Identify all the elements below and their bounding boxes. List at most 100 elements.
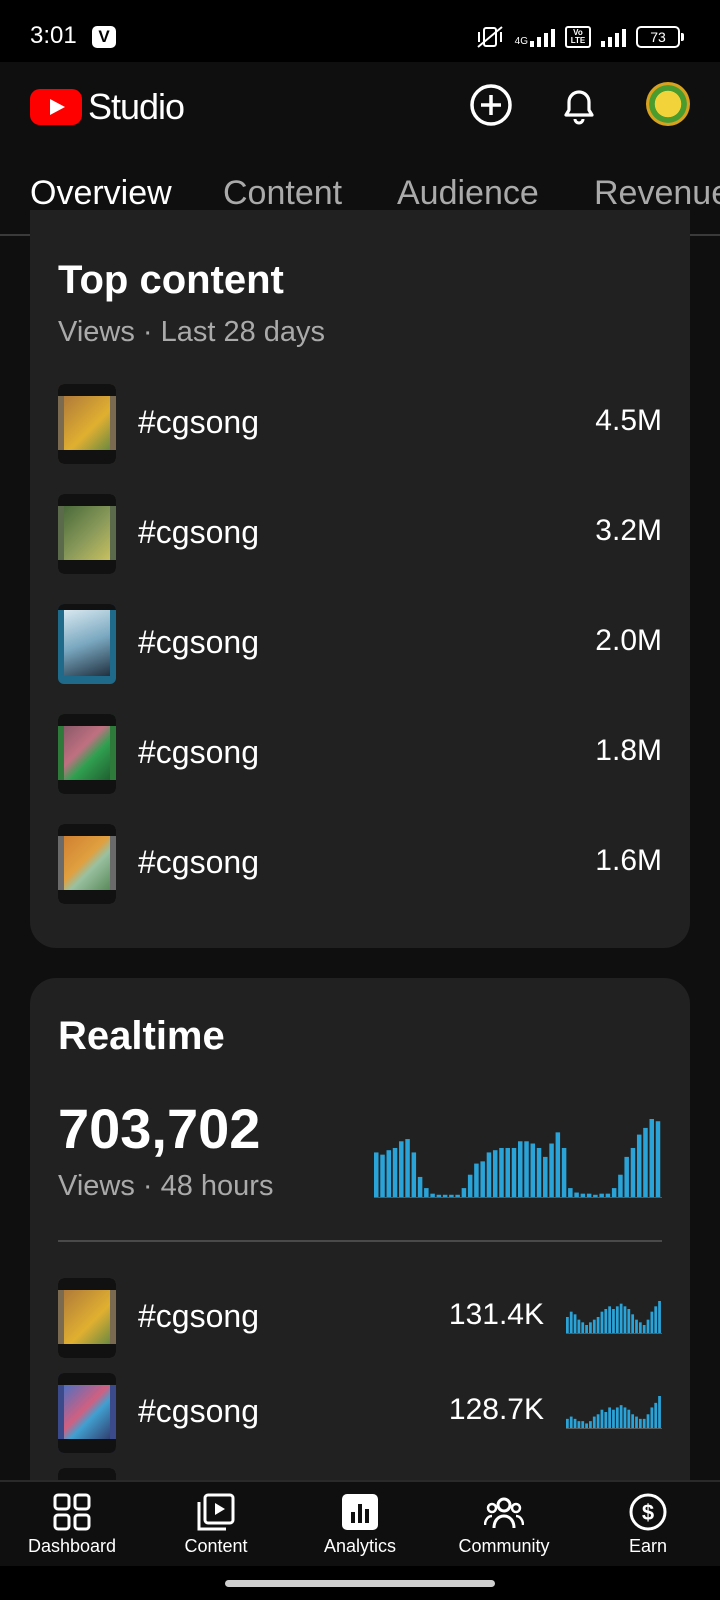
top-content-row[interactable]: #cgsong 4.5M: [58, 384, 662, 466]
tab-audience[interactable]: Audience: [397, 174, 539, 213]
chart-bar: [492, 1150, 498, 1197]
tab-revenue[interactable]: Revenue: [594, 174, 720, 213]
chart-bar: [596, 1414, 600, 1428]
home-gesture-bar[interactable]: [225, 1580, 495, 1587]
nav-analytics[interactable]: Analytics: [290, 1482, 430, 1568]
video-sparkline: [566, 1396, 662, 1429]
chart-bar: [380, 1154, 385, 1197]
video-title: #cgsong: [138, 404, 259, 440]
notifications-bell-icon[interactable]: [556, 82, 602, 128]
realtime-row[interactable]: #cgsong 128.7K: [58, 1373, 662, 1455]
tab-content[interactable]: Content: [223, 174, 342, 213]
app-notification-icon: V: [92, 26, 116, 48]
content-icon: [197, 1493, 235, 1531]
dashboard-icon: [53, 1493, 91, 1531]
chart-bar: [585, 1325, 588, 1333]
chart-bar: [650, 1407, 654, 1428]
chart-bar: [642, 1418, 646, 1428]
chart-bar: [593, 1194, 598, 1197]
chart-bar: [577, 1319, 581, 1333]
nav-earn[interactable]: $ Earn: [578, 1482, 718, 1568]
chart-bar: [467, 1174, 473, 1197]
video-thumbnail: [58, 714, 116, 794]
app-header: Studio: [0, 62, 720, 148]
chart-bar: [569, 1311, 573, 1333]
chart-bar: [615, 1306, 619, 1333]
chart-bar: [604, 1412, 608, 1428]
nav-community[interactable]: Community: [434, 1482, 574, 1568]
realtime-row[interactable]: #cgsong 131.4K: [58, 1278, 662, 1360]
chart-bar: [650, 1311, 654, 1333]
top-content-row[interactable]: #cgsong 2.0M: [58, 604, 662, 686]
create-button[interactable]: [468, 82, 514, 128]
video-thumbnail: [58, 1278, 116, 1358]
chart-bar: [405, 1139, 410, 1197]
video-title: #cgsong: [138, 1393, 259, 1429]
chart-bar: [611, 1188, 617, 1197]
account-avatar[interactable]: [646, 82, 690, 126]
top-content-card: Top content Views · Last 28 days #cgsong…: [30, 210, 690, 948]
status-icons: 4G Vo LTE 73: [475, 22, 684, 52]
chart-bar: [608, 1306, 611, 1333]
chart-bar: [430, 1193, 435, 1197]
top-content-title: Top content: [58, 258, 284, 302]
chart-bar: [573, 1314, 577, 1333]
chart-bar: [592, 1319, 596, 1333]
chart-bar: [642, 1325, 646, 1333]
chart-bar: [499, 1147, 504, 1197]
top-content-row[interactable]: #cgsong 1.8M: [58, 714, 662, 796]
video-thumbnail: [58, 1373, 116, 1453]
chart-bar: [655, 1121, 661, 1197]
chart-bar: [604, 1309, 608, 1333]
chart-bar: [511, 1147, 517, 1197]
top-content-subtitle: Views · Last 28 days: [58, 316, 326, 348]
chart-bar: [581, 1421, 585, 1428]
battery-icon: 73: [636, 26, 684, 48]
top-content-row[interactable]: #cgsong 1.6M: [58, 824, 662, 906]
realtime-total-views: 703,702: [58, 1097, 261, 1160]
chart-bar: [619, 1405, 623, 1428]
chart-bar: [654, 1306, 658, 1333]
chart-bar: [600, 1409, 604, 1428]
chart-bar: [374, 1152, 379, 1197]
chart-bar: [636, 1134, 642, 1197]
video-thumbnail: [58, 494, 116, 574]
video-views: 1.6M: [595, 844, 662, 877]
tab-overview[interactable]: Overview: [30, 174, 172, 213]
nav-content[interactable]: Content: [146, 1482, 286, 1568]
nav-dashboard[interactable]: Dashboard: [2, 1482, 142, 1568]
vibrate-off-icon: [477, 26, 503, 48]
realtime-views-chart: [374, 1119, 662, 1198]
video-views: 128.7K: [448, 1393, 544, 1426]
chart-bar: [658, 1301, 661, 1333]
chart-bar: [589, 1421, 592, 1428]
chart-bar: [615, 1407, 619, 1428]
chart-bar: [392, 1147, 398, 1197]
chart-bar: [442, 1194, 448, 1197]
chart-bar: [411, 1152, 417, 1197]
status-time: 3:01: [30, 22, 77, 49]
chart-bar: [596, 1317, 600, 1333]
video-thumbnail: [58, 604, 116, 684]
nav-analytics-label: Analytics: [323, 1536, 397, 1556]
chart-bar: [399, 1141, 404, 1197]
nav-community-label: Community: [458, 1536, 550, 1556]
realtime-title: Realtime: [58, 1014, 225, 1058]
chart-bar: [585, 1423, 588, 1428]
video-title: #cgsong: [138, 624, 259, 660]
network-type: 4G: [514, 36, 528, 47]
chart-bar: [612, 1409, 615, 1428]
video-sparkline: [566, 1301, 662, 1334]
chart-bar: [569, 1416, 573, 1428]
studio-logo[interactable]: Studio: [30, 86, 185, 128]
video-title: #cgsong: [138, 734, 259, 770]
chart-bar: [631, 1314, 635, 1333]
chart-bar: [574, 1192, 579, 1197]
realtime-card: Realtime 703,702 Views · 48 hours #cgson…: [30, 978, 690, 1548]
video-views: 131.4K: [448, 1298, 544, 1331]
top-content-row[interactable]: #cgsong 3.2M: [58, 494, 662, 576]
video-views: 2.0M: [595, 624, 662, 657]
chart-bar: [599, 1193, 604, 1197]
chart-bar: [623, 1407, 627, 1428]
chart-bar: [618, 1174, 623, 1197]
